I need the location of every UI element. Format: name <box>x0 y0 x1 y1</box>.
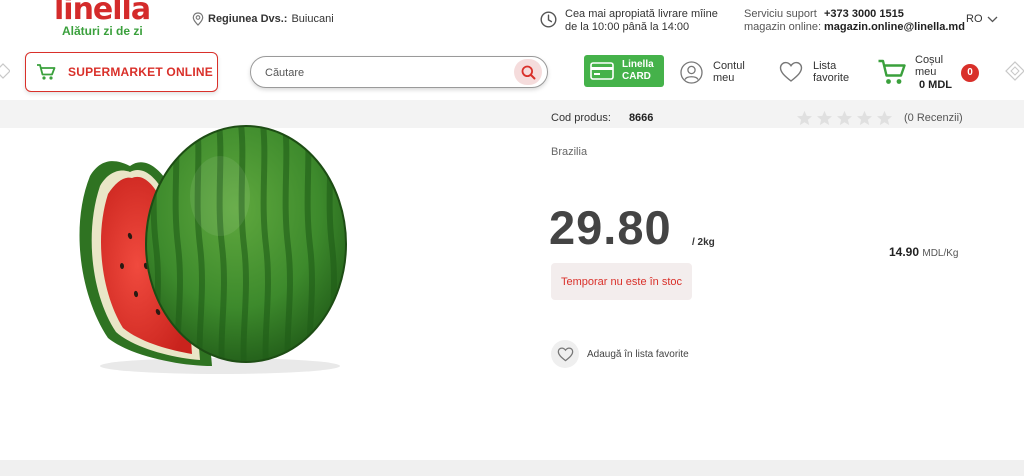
cart-label-line-2: meu <box>915 66 937 78</box>
product-code: Cod produs: 8666 <box>551 112 653 124</box>
top-bar: linella Alături zi de zi Regiunea Dvs.: … <box>0 0 1024 44</box>
support-info: Serviciu suport +373 3000 1515 magazin o… <box>744 8 965 34</box>
my-account-link[interactable]: Contul meu <box>680 60 745 84</box>
add-to-favorites-label: Adaugă în lista favorite <box>587 348 689 360</box>
support-label-2: magazin online: <box>744 21 822 33</box>
region-label: Regiunea Dvs.: <box>208 13 288 25</box>
ornament-icon <box>0 63 10 79</box>
language-selector[interactable]: RO <box>966 13 998 25</box>
region-value: Buiucani <box>291 13 334 25</box>
star-icon[interactable] <box>836 110 853 126</box>
cart-count-badge: 0 <box>961 64 979 82</box>
account-label-line-2: meu <box>713 72 735 84</box>
search-input[interactable] <box>265 64 495 82</box>
linella-card-button[interactable]: Linella CARD <box>584 55 664 87</box>
search-icon <box>521 65 535 79</box>
region-selector[interactable]: Regiunea Dvs.: Buiucani <box>192 12 334 26</box>
product-price: 29.80 <box>549 201 672 254</box>
star-icon[interactable] <box>876 110 893 126</box>
card-label-line-1: Linella <box>622 59 654 70</box>
delivery-line-1: Cea mai apropiată livrare mîine <box>565 8 718 20</box>
supermarket-online-button[interactable]: SUPERMARKET ONLINE <box>25 52 218 92</box>
chevron-down-icon <box>987 16 997 22</box>
ornament-icon <box>1005 61 1024 81</box>
cart-total: 0 MDL <box>919 79 952 91</box>
card-label-line-2: CARD <box>622 71 651 82</box>
delivery-line-2: de la 10:00 până la 14:00 <box>565 21 690 33</box>
cart-label-line-1: Coșul <box>915 54 944 66</box>
logo-tagline: Alături zi de zi <box>62 24 143 38</box>
watermelon-image <box>79 125 347 374</box>
heart-button[interactable] <box>551 340 579 368</box>
search-button[interactable] <box>514 59 542 85</box>
product-code-value: 8666 <box>628 112 654 124</box>
supermarket-online-label: SUPERMARKET ONLINE <box>68 65 213 79</box>
location-pin-icon <box>192 12 204 26</box>
price-unit: / 2kg <box>692 237 715 248</box>
credit-card-icon <box>590 62 614 80</box>
product-origin: Brazilia <box>551 146 588 158</box>
account-label-line-1: Contul <box>713 60 745 72</box>
favorites-label-line-2: favorite <box>813 72 850 84</box>
out-of-stock-badge: Temporar nu este în stoc <box>551 263 692 300</box>
support-phone[interactable]: +373 3000 1515 <box>824 8 904 21</box>
favorites-link[interactable]: Lista favorite <box>779 60 849 84</box>
main-navbar: SUPERMARKET ONLINE Linella CARD Contu <box>0 44 1024 100</box>
heart-icon <box>779 61 803 82</box>
cart-icon <box>878 59 906 84</box>
shopping-cart-button[interactable]: Coșul meu 0 MDL 0 <box>877 52 979 94</box>
star-icon[interactable] <box>796 110 813 126</box>
product-code-label: Cod produs: <box>551 112 611 124</box>
star-icon[interactable] <box>856 110 873 126</box>
delivery-info: Cea mai apropiată livrare mîine de la 10… <box>540 8 718 34</box>
cart-icon <box>37 64 56 80</box>
reviews-count[interactable]: (0 Recenzii) <box>904 112 963 124</box>
add-to-favorites-button[interactable]: Adaugă în lista favorite <box>551 340 689 368</box>
search-bar <box>250 56 548 88</box>
logo-wordmark: linella <box>54 0 151 27</box>
price-per-kg-value: 14.90 <box>889 245 920 259</box>
rating-stars[interactable] <box>796 110 893 126</box>
support-label: Serviciu suport <box>744 8 817 20</box>
linella-logo[interactable]: linella Alături zi de zi <box>48 0 152 42</box>
support-email[interactable]: magazin.online@linella.md <box>824 21 965 34</box>
price-per-kg: 14.90 MDL/Kg <box>889 245 959 259</box>
clock-icon <box>540 11 557 28</box>
heart-icon <box>557 346 573 361</box>
footer-band <box>0 460 1024 476</box>
user-icon <box>680 60 703 84</box>
price-per-kg-unit: MDL/Kg <box>922 248 959 259</box>
favorites-label-line-1: Lista <box>813 60 837 72</box>
star-icon[interactable] <box>816 110 833 126</box>
language-label: RO <box>966 13 983 25</box>
